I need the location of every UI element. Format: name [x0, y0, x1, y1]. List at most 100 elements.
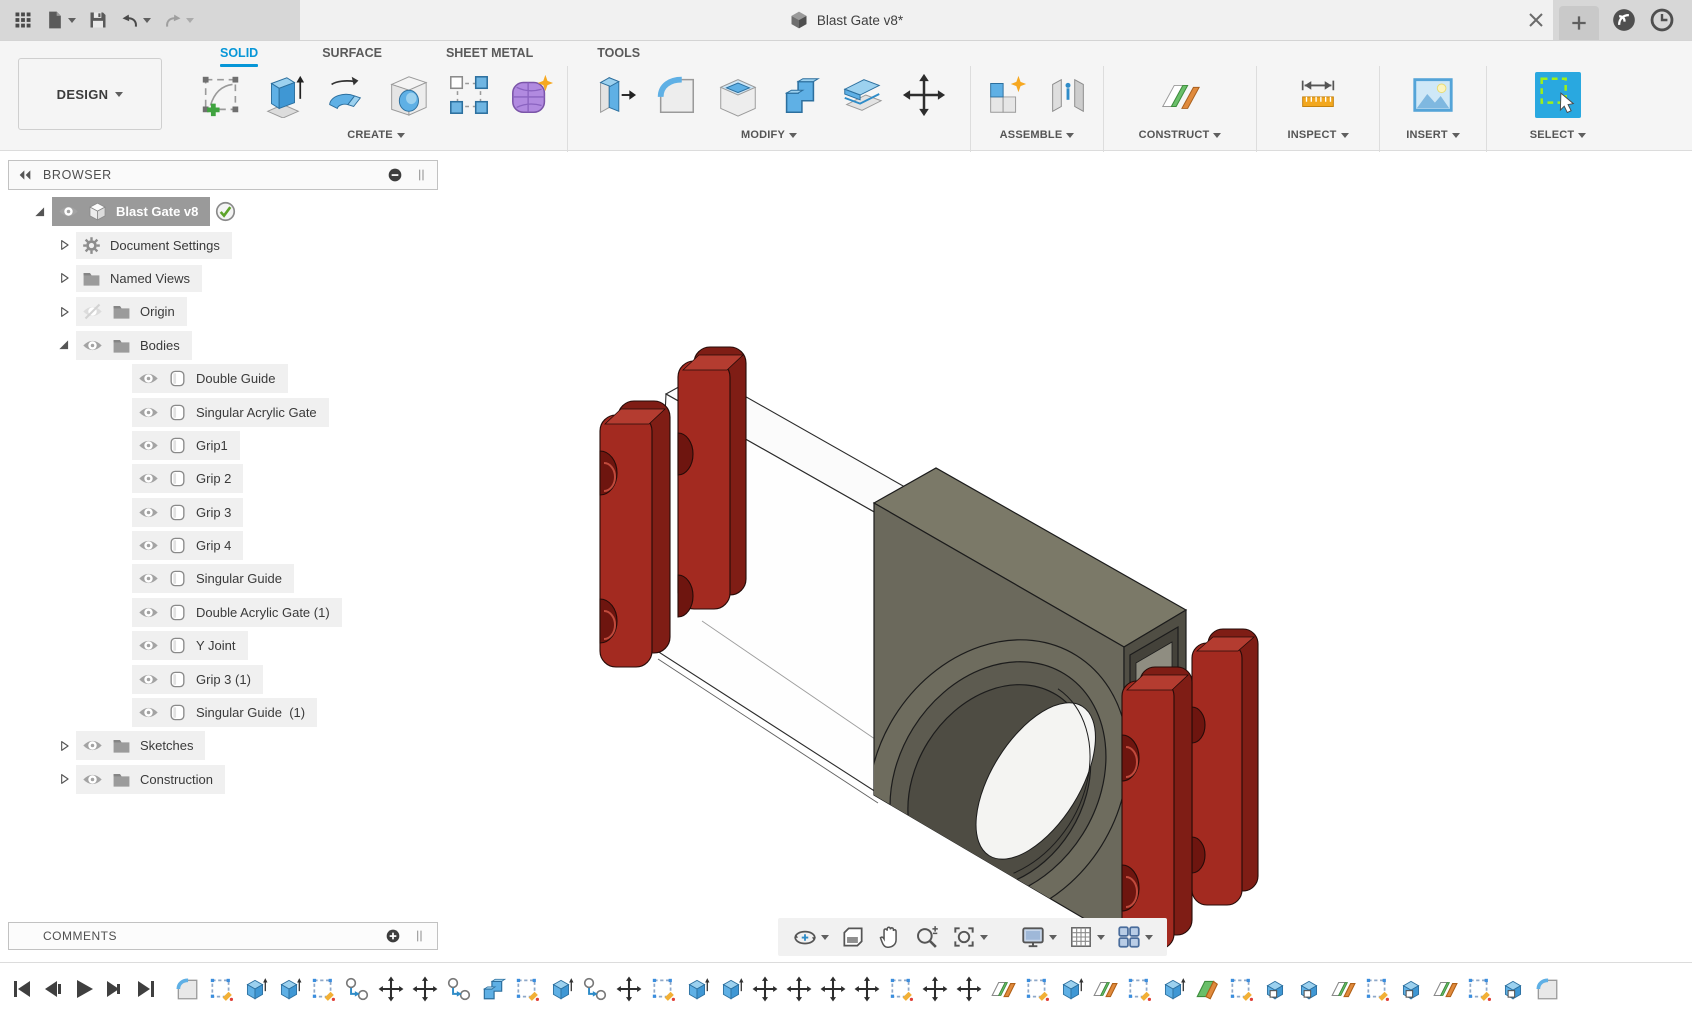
timeline-feature-sketch[interactable]: [1466, 976, 1492, 1002]
insert-image-button[interactable]: [1410, 72, 1456, 118]
collapse-panel-icon[interactable]: [17, 167, 33, 183]
timeline-feature-extrude[interactable]: [548, 976, 574, 1002]
nav-pan-button[interactable]: [875, 922, 905, 952]
browser-row-grip1[interactable]: Grip1: [8, 429, 438, 462]
add-comment-icon[interactable]: [385, 928, 401, 944]
press-pull-button[interactable]: [591, 72, 637, 118]
chevron-down-icon[interactable]: [1145, 935, 1153, 940]
new-document-tab-button[interactable]: [1559, 6, 1599, 40]
group-assemble-menu[interactable]: ASSEMBLE: [1000, 129, 1075, 141]
tab-solid[interactable]: SOLID: [188, 42, 290, 68]
go-to-end-button[interactable]: [134, 977, 158, 1001]
split-button[interactable]: [839, 72, 885, 118]
timeline-feature-move[interactable]: [412, 976, 438, 1002]
browser-row-singular-acrylic-gate[interactable]: Singular Acrylic Gate: [8, 395, 438, 428]
fillet-button[interactable]: [653, 72, 699, 118]
go-to-start-button[interactable]: [10, 977, 34, 1001]
timeline-feature-plane[interactable]: [1432, 976, 1458, 1002]
visibility-eye-icon[interactable]: [138, 368, 159, 389]
nav-orbit-button[interactable]: [790, 922, 831, 952]
timeline-feature-plane[interactable]: [990, 976, 1016, 1002]
chevron-down-icon[interactable]: [1097, 935, 1105, 940]
hole-button[interactable]: [384, 72, 430, 118]
visibility-eye-icon[interactable]: [138, 602, 159, 623]
timeline-feature-combine[interactable]: [480, 976, 506, 1002]
timeline-feature-extrude[interactable]: [1058, 976, 1084, 1002]
timeline-feature-sketch[interactable]: [514, 976, 540, 1002]
browser-row-sketches[interactable]: Sketches: [8, 729, 438, 762]
timeline-feature-move[interactable]: [922, 976, 948, 1002]
blast-gate-3d-model[interactable]: [560, 321, 1300, 981]
timeline-feature-extrude[interactable]: [718, 976, 744, 1002]
workspace-selector-design[interactable]: DESIGN: [18, 58, 162, 130]
browser-row-double-acrylic-gate-1[interactable]: Double Acrylic Gate (1): [8, 596, 438, 629]
timeline-feature-align[interactable]: [344, 976, 370, 1002]
browser-row-blast-gate-v8[interactable]: Blast Gate v8: [8, 195, 438, 228]
browser-row-grip-2[interactable]: Grip 2: [8, 462, 438, 495]
browser-row-origin[interactable]: Origin: [8, 295, 438, 328]
timeline-feature-fillet[interactable]: [174, 976, 200, 1002]
group-insert-menu[interactable]: INSERT: [1406, 129, 1460, 141]
visibility-eye-icon[interactable]: [82, 735, 103, 756]
visibility-eye-icon[interactable]: [138, 702, 159, 723]
browser-row-singular-guide-1[interactable]: Singular Guide (1): [8, 696, 438, 729]
twisty-collapsed-icon[interactable]: [57, 772, 71, 786]
browser-header[interactable]: BROWSER: [8, 160, 438, 190]
timeline-feature-mirror[interactable]: [1398, 976, 1424, 1002]
group-create-menu[interactable]: CREATE: [347, 129, 405, 141]
timeline-feature-mirror[interactable]: [1500, 976, 1526, 1002]
browser-row-bodies[interactable]: Bodies: [8, 329, 438, 362]
timeline-feature-move[interactable]: [820, 976, 846, 1002]
group-modify-menu[interactable]: MODIFY: [741, 129, 797, 141]
twisty-collapsed-icon[interactable]: [57, 305, 71, 319]
revolve-button[interactable]: [322, 72, 368, 118]
timeline-feature-sketch[interactable]: [208, 976, 234, 1002]
panel-grip-icon[interactable]: [413, 167, 429, 183]
timeline-feature-sketch[interactable]: [650, 976, 676, 1002]
visibility-eye-icon[interactable]: [138, 435, 159, 456]
browser-row-y-joint[interactable]: Y Joint: [8, 629, 438, 662]
combine-button[interactable]: [777, 72, 823, 118]
minimize-panel-icon[interactable]: [387, 167, 403, 183]
visibility-eye-icon[interactable]: [138, 669, 159, 690]
nav-grid-display-button[interactable]: [1066, 922, 1107, 952]
timeline-feature-move[interactable]: [378, 976, 404, 1002]
timeline-feature-fillet[interactable]: [1534, 976, 1560, 1002]
nav-fit-button[interactable]: [949, 922, 990, 952]
close-document-button[interactable]: [1524, 8, 1548, 32]
comments-panel[interactable]: COMMENTS: [8, 922, 438, 950]
timeline-feature-sketch[interactable]: [1364, 976, 1390, 1002]
timeline-feature-mirror[interactable]: [1262, 976, 1288, 1002]
twisty-collapsed-icon[interactable]: [57, 238, 71, 252]
joint-button[interactable]: [1045, 72, 1091, 118]
tab-surface[interactable]: SURFACE: [290, 42, 414, 68]
nav-zoom-button[interactable]: [912, 922, 942, 952]
timeline-feature-plane[interactable]: [1092, 976, 1118, 1002]
extrude-button[interactable]: [260, 72, 306, 118]
step-back-button[interactable]: [41, 977, 65, 1001]
twisty-expanded-icon[interactable]: [57, 338, 71, 352]
select-button[interactable]: [1535, 72, 1581, 118]
shell-button[interactable]: [715, 72, 761, 118]
tab-sheet-metal[interactable]: SHEET METAL: [414, 42, 565, 68]
timeline-feature-move[interactable]: [956, 976, 982, 1002]
play-button[interactable]: [72, 977, 96, 1001]
twisty-collapsed-icon[interactable]: [57, 739, 71, 753]
visibility-eye-icon[interactable]: [82, 335, 103, 356]
visibility-eye-icon[interactable]: [138, 635, 159, 656]
visibility-eye-icon[interactable]: [138, 568, 159, 589]
browser-row-grip-4[interactable]: Grip 4: [8, 529, 438, 562]
nav-display-settings-button[interactable]: [1018, 922, 1059, 952]
visibility-eye-icon[interactable]: [138, 468, 159, 489]
tab-tools[interactable]: TOOLS: [565, 42, 672, 68]
timeline-feature-move[interactable]: [854, 976, 880, 1002]
browser-row-double-guide[interactable]: Double Guide: [8, 362, 438, 395]
twisty-collapsed-icon[interactable]: [57, 271, 71, 285]
step-forward-button[interactable]: [103, 977, 127, 1001]
timeline-feature-align[interactable]: [446, 976, 472, 1002]
visibility-eye-icon[interactable]: [138, 402, 159, 423]
fusion-logo-icon[interactable]: [1611, 7, 1637, 33]
timeline-feature-plane[interactable]: [1330, 976, 1356, 1002]
measure-button[interactable]: [1295, 72, 1341, 118]
visibility-eye-icon[interactable]: [58, 201, 79, 222]
